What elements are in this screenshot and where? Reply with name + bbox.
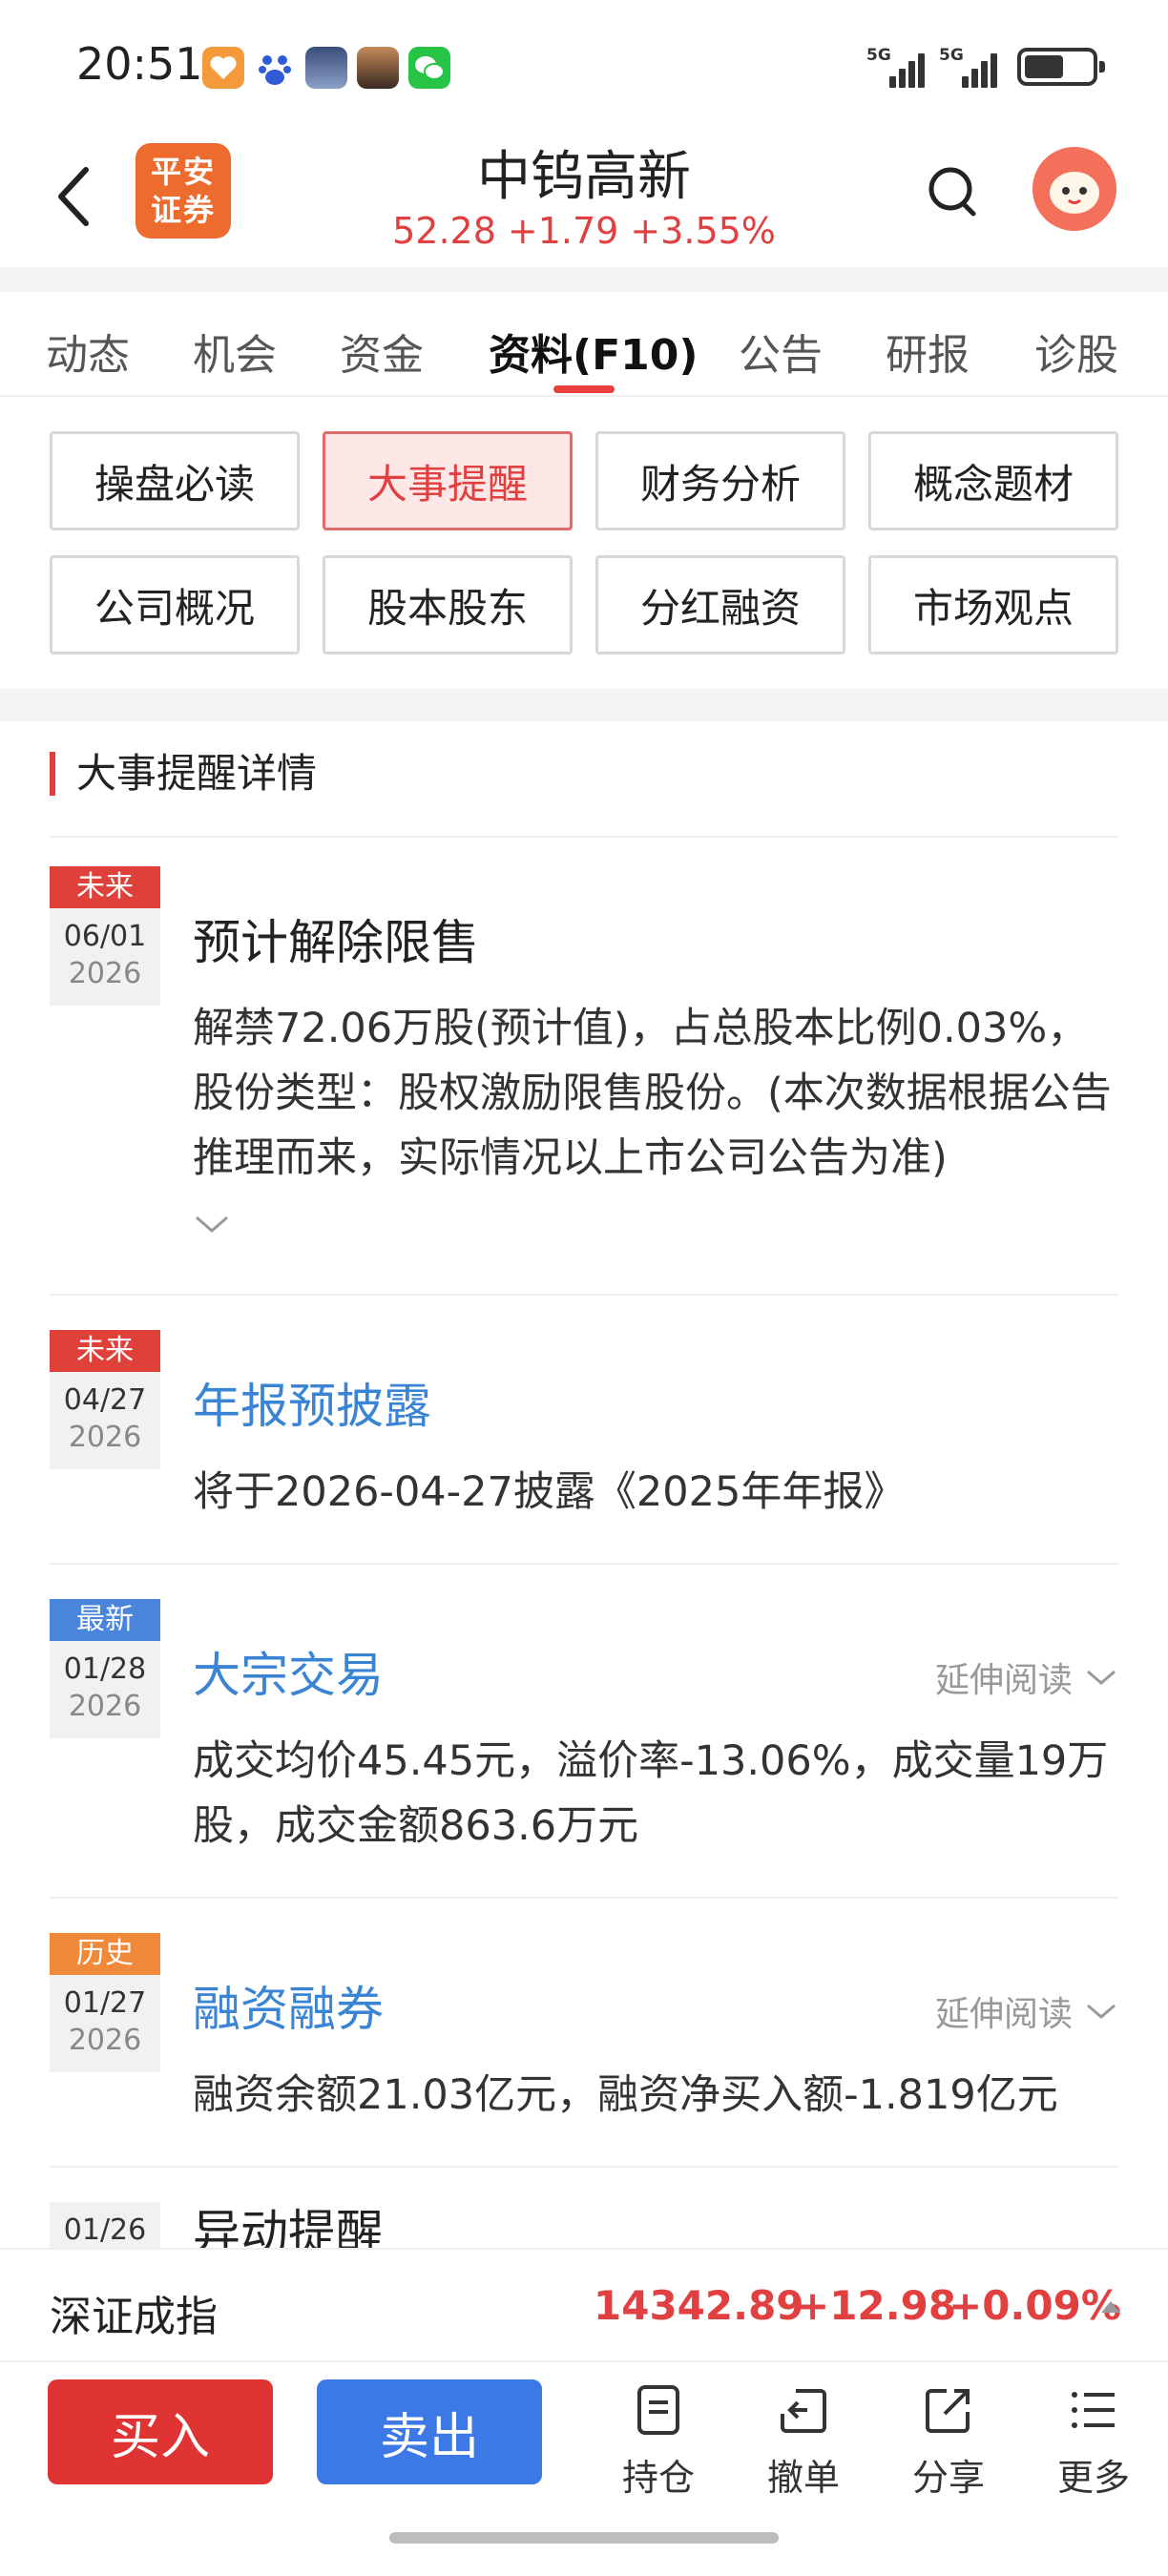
bottom-trade-bar: 买入 卖出 持仓 撤单 分享 更多 — [0, 2362, 1168, 2576]
event-body: 成交均价45.45元，溢价率-13.06%，成交量19万股，成交金额863.6万… — [193, 1737, 1109, 1850]
tab-dynamics[interactable]: 动态 — [46, 321, 130, 382]
chevron-down-icon — [1087, 1670, 1116, 1685]
event-date: 01/27 — [63, 1986, 147, 2020]
battery-icon — [1017, 48, 1105, 86]
market-index-bar[interactable]: 深证成指 14342.89 +12.98 +0.09% — [0, 2248, 1168, 2362]
city-photo-icon — [305, 47, 347, 89]
search-icon[interactable] — [924, 162, 985, 223]
holdings-button[interactable]: 持仓 — [601, 2381, 716, 2501]
btn-financial-analysis[interactable]: 财务分析 — [595, 431, 845, 530]
cancel-order-button[interactable]: 撤单 — [746, 2381, 861, 2501]
index-name: 深证成指 — [50, 2293, 218, 2341]
stock-quote: 52.28 +1.79 +3.55% — [0, 210, 1168, 252]
extended-reading-link[interactable]: 延伸阅读 — [935, 1986, 1118, 2036]
btn-company-overview[interactable]: 公司概况 — [50, 555, 300, 654]
tab-research[interactable]: 研报 — [886, 321, 970, 382]
tab-announcements[interactable]: 公告 — [739, 321, 823, 382]
divider — [50, 1294, 1118, 1296]
page-header: 平安 证券 中钨高新 52.28 +1.79 +3.55% — [0, 134, 1168, 267]
btn-shareholders[interactable]: 股本股东 — [323, 555, 573, 654]
stock-change: +1.79 — [507, 210, 619, 252]
event-title: 异动提醒 — [193, 2205, 384, 2248]
btn-dividend-financing[interactable]: 分红融资 — [595, 555, 845, 654]
event-date: 01/26 — [63, 2213, 147, 2247]
assistant-avatar[interactable] — [1032, 147, 1116, 231]
btn-major-events[interactable]: 大事提醒 — [323, 431, 573, 530]
share-button[interactable]: 分享 — [891, 2381, 1006, 2501]
btn-trading-must-read[interactable]: 操盘必读 — [50, 431, 300, 530]
divider — [50, 2166, 1118, 2168]
event-year: 2026 — [68, 2024, 142, 2057]
event-title-link[interactable]: 融资融券 — [193, 1971, 384, 2040]
photo-icon — [357, 47, 399, 89]
event-title: 预计解除限售 — [193, 915, 479, 970]
event-tag: 最新 — [50, 1599, 160, 1641]
divider — [50, 1897, 1118, 1899]
index-change: +12.98 — [796, 2282, 957, 2329]
signal-icon: 5G — [866, 46, 926, 88]
tab-opportunity[interactable]: 机会 — [193, 321, 277, 382]
event-body: 将于2026-04-27披露《2025年年报》 — [193, 1468, 906, 1516]
baidu-paw-icon — [254, 47, 296, 89]
status-time: 20:51 — [76, 38, 203, 90]
tab-active-indicator — [553, 385, 615, 393]
index-value: 14342.89 — [594, 2282, 804, 2329]
event-tag: 历史 — [50, 1933, 160, 1975]
index-change-pct: +0.09% — [949, 2282, 1121, 2329]
wechat-icon — [408, 47, 450, 89]
expand-chevron-icon[interactable] — [193, 1214, 231, 1236]
event-body: 融资余额21.03亿元，融资净买入额-1.819亿元 — [193, 2071, 1058, 2119]
separator — [0, 267, 1168, 292]
event-date-box: 历史 01/27 2026 — [50, 1933, 160, 2072]
more-button[interactable]: 更多 — [1036, 2381, 1151, 2501]
status-bar: 20:51 5G 5G — [0, 0, 1168, 134]
stock-name: 中钨高新 — [477, 146, 691, 208]
event-year: 2026 — [68, 1690, 142, 1723]
stock-price: 52.28 — [392, 210, 496, 252]
share-icon — [926, 2389, 970, 2433]
event-tag: 未来 — [50, 1330, 160, 1372]
event-date-box: 未来 04/27 2026 — [50, 1330, 160, 1469]
orange-heart-icon — [202, 47, 244, 89]
divider — [50, 1563, 1118, 1565]
event-year: 2026 — [68, 1421, 142, 1454]
extended-reading-link[interactable]: 延伸阅读 — [935, 1652, 1118, 1702]
tab-funds[interactable]: 资金 — [340, 321, 424, 382]
signal-icon: 5G — [939, 46, 998, 88]
stock-change-pct: +3.55% — [630, 210, 776, 252]
btn-market-views[interactable]: 市场观点 — [868, 555, 1118, 654]
sell-button[interactable]: 卖出 — [317, 2379, 542, 2484]
separator — [0, 689, 1168, 721]
cancel-order-icon — [781, 2389, 826, 2433]
event-date-box: 未来 06/01 2026 — [50, 866, 160, 1006]
event-title-link[interactable]: 大宗交易 — [193, 1637, 384, 1706]
more-icon — [1072, 2392, 1115, 2428]
buy-button[interactable]: 买入 — [48, 2379, 273, 2484]
expand-up-icon[interactable] — [1099, 2299, 1122, 2315]
event-date-box: 01/26 — [50, 2202, 160, 2248]
chevron-down-icon — [1087, 2004, 1116, 2019]
tab-diagnosis[interactable]: 诊股 — [1034, 321, 1118, 382]
tab-f10[interactable]: 资料(F10) — [489, 321, 699, 382]
tab-bar: 动态 机会 资金 资料(F10) 公告 研报 诊股 — [0, 292, 1168, 397]
event-tag: 未来 — [50, 866, 160, 908]
holdings-icon — [637, 2385, 679, 2435]
btn-concept-themes[interactable]: 概念题材 — [868, 431, 1118, 530]
event-title-link[interactable]: 年报预披露 — [193, 1368, 431, 1437]
event-date: 04/27 — [63, 1383, 147, 1417]
home-indicator[interactable] — [389, 2532, 779, 2544]
section-title: 大事提醒详情 — [50, 752, 317, 796]
divider — [50, 836, 1118, 838]
event-date: 01/28 — [63, 1652, 147, 1686]
event-date: 06/01 — [63, 920, 147, 953]
event-body: 解禁72.06万股(预计值)，占总股本比例0.03%，股份类型：股权激励限售股份… — [193, 1005, 1112, 1182]
event-date-box: 最新 01/28 2026 — [50, 1599, 160, 1738]
event-year: 2026 — [68, 957, 142, 990]
